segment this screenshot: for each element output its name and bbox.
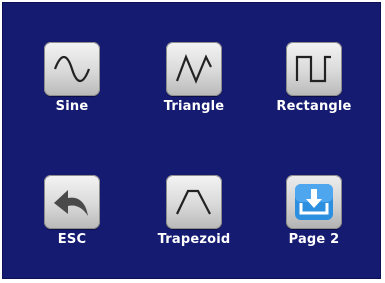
page-2-button[interactable] [286, 175, 342, 229]
page-2-label: Page 2 [288, 232, 340, 247]
tile-rectangle: Rectangle [264, 42, 364, 114]
page-down-icon [295, 184, 333, 220]
trapezoid-button[interactable] [166, 175, 222, 229]
tile-triangle: Triangle [144, 42, 244, 114]
rectangle-label: Rectangle [276, 99, 352, 114]
esc-button[interactable] [44, 175, 100, 229]
back-arrow-icon [54, 190, 88, 216]
sine-label: Sine [55, 99, 89, 114]
tile-esc: ESC [22, 175, 122, 247]
sine-wave-icon [53, 55, 91, 83]
rectangle-button[interactable] [286, 42, 342, 96]
trapezoid-label: Trapezoid [157, 232, 231, 247]
tile-trapezoid: Trapezoid [144, 175, 244, 247]
sine-button[interactable] [44, 42, 100, 96]
triangle-wave-icon [175, 54, 212, 84]
triangle-label: Triangle [163, 99, 225, 114]
trapezoid-wave-icon [176, 189, 211, 215]
waveform-selection-screen: Sine Triangle Rectangle ESC Trapezoid Pa… [2, 2, 381, 279]
tile-sine: Sine [22, 42, 122, 114]
tile-page-2: Page 2 [264, 175, 364, 247]
rectangle-wave-icon [295, 55, 331, 83]
esc-label: ESC [57, 232, 87, 247]
triangle-button[interactable] [166, 42, 222, 96]
